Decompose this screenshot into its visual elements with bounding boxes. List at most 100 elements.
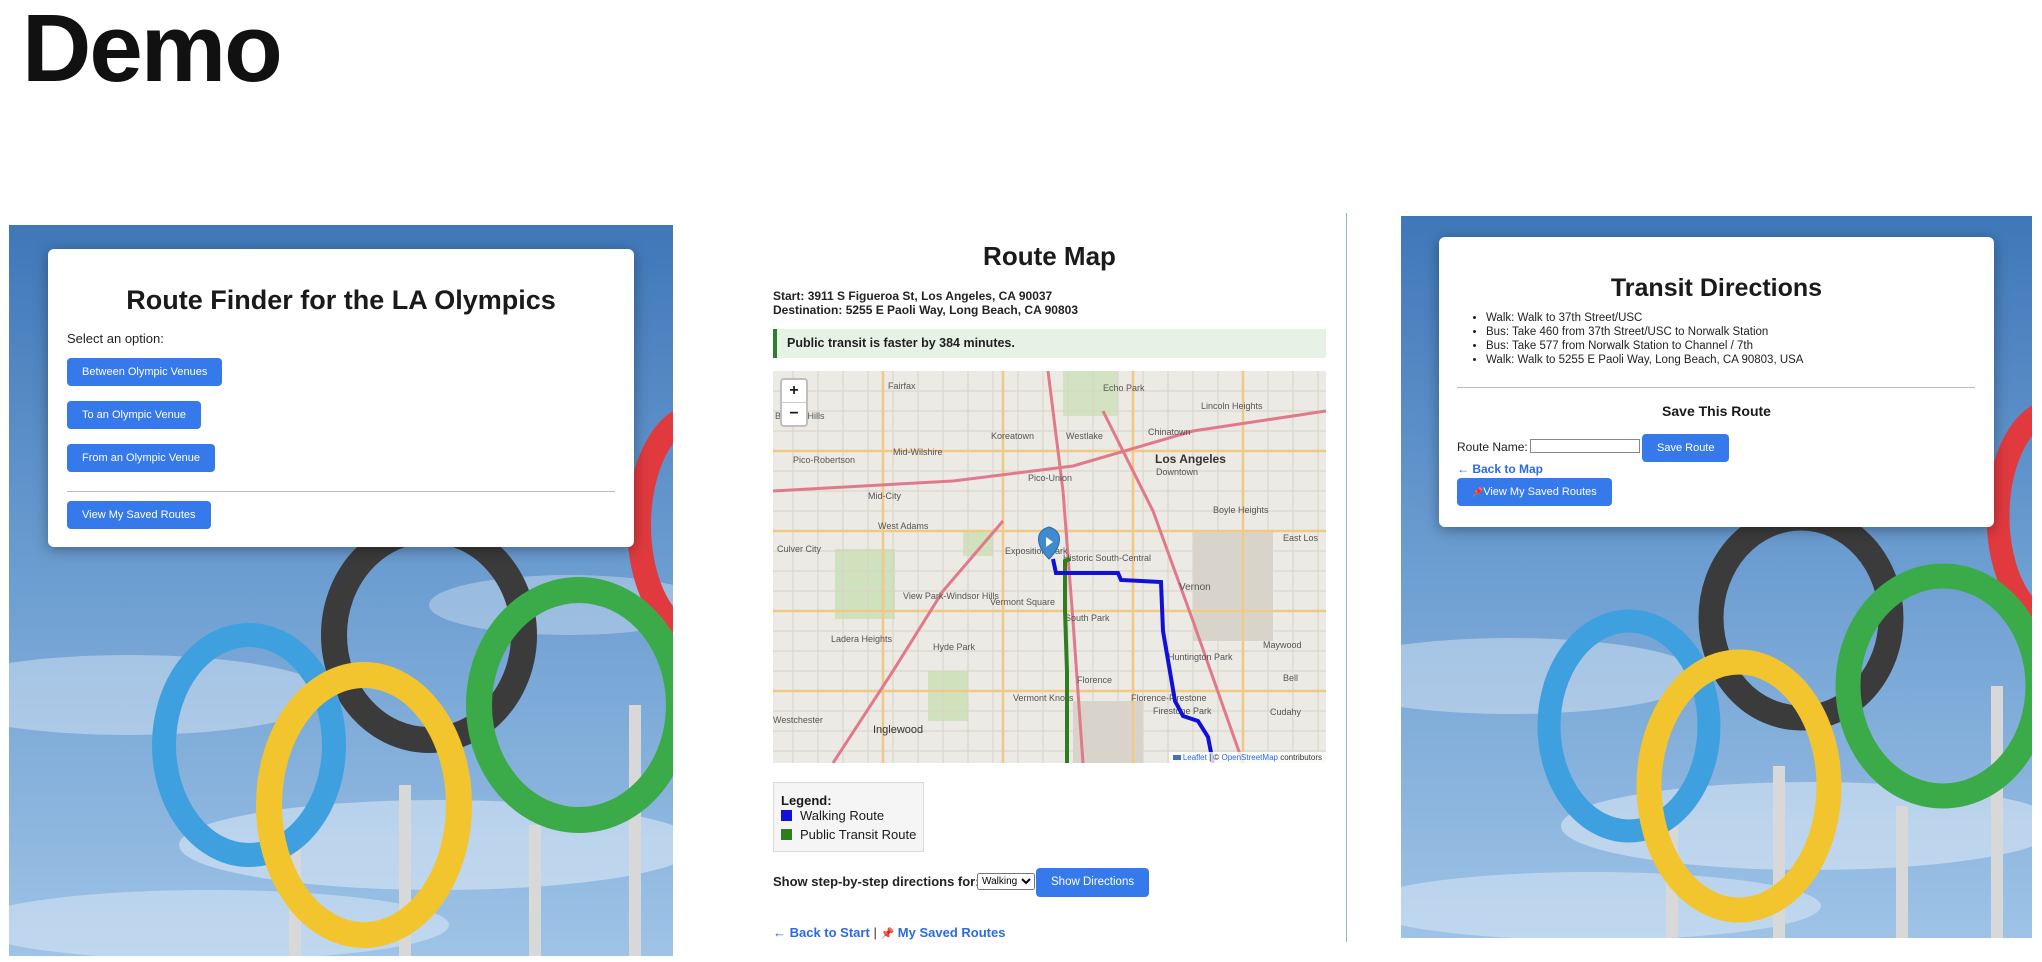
attribution-tail: contributors: [1277, 753, 1322, 762]
transit-step: Bus: Take 577 from Norwalk Station to Ch…: [1486, 339, 1803, 353]
pin-icon: 📌: [880, 928, 895, 940]
place-label: Boyle Heights: [1213, 505, 1269, 515]
place-label: South Park: [1065, 613, 1110, 623]
section-divider: [1346, 213, 1347, 942]
place-label: Westlake: [1066, 431, 1103, 441]
transit-step: Walk: Walk to 5255 E Paoli Way, Long Bea…: [1486, 353, 1803, 367]
place-label: East Los: [1283, 533, 1319, 543]
attribution-separator: | ©: [1206, 753, 1222, 762]
destination-value: 5255 E Paoli Way, Long Beach, CA 90803: [845, 303, 1078, 317]
walking-swatch: [781, 810, 792, 821]
transit-step: Bus: Take 460 from 37th Street/USC to No…: [1486, 325, 1803, 339]
legend-label: Public Transit Route: [800, 827, 917, 842]
start-value: 3911 S Figueroa St, Los Angeles, CA 9003…: [807, 289, 1053, 303]
legend-label: Walking Route: [800, 808, 885, 823]
legend-title: Legend:: [781, 793, 832, 808]
faster-notice: Public transit is faster by 384 minutes.: [773, 329, 1326, 358]
divider: [1457, 387, 1975, 388]
pin-icon: 📌: [1472, 487, 1484, 497]
place-label: Cudahy: [1270, 707, 1302, 717]
place-label: Fairfax: [888, 381, 916, 391]
start-address: Start: 3911 S Figueroa St, Los Angeles, …: [773, 289, 1052, 303]
save-route-heading: Save This Route: [1662, 403, 1771, 419]
divider: [67, 491, 615, 492]
destination-address: Destination: 5255 E Paoli Way, Long Beac…: [773, 303, 1078, 317]
route-map[interactable]: Fairfax Echo Park Beverly Hills Koreatow…: [773, 371, 1326, 763]
route-name-label: Route Name:: [1457, 440, 1528, 454]
place-label: Los Angeles: [1155, 452, 1226, 466]
from-venue-button[interactable]: From an Olympic Venue: [67, 444, 215, 472]
place-label: Downtown: [1156, 467, 1198, 477]
leaflet-flag-icon: [1172, 755, 1181, 760]
place-label: West Adams: [878, 521, 929, 531]
place-label: View Park-Windsor Hills: [903, 591, 999, 601]
place-label: Vermont Square: [990, 597, 1055, 607]
place-label: Florence-Firestone: [1131, 693, 1207, 703]
nav-separator: |: [873, 925, 877, 940]
park-area: [928, 671, 968, 721]
show-directions-button[interactable]: Show Directions: [1036, 868, 1150, 897]
travel-mode-select[interactable]: Walking: [977, 873, 1035, 890]
place-label: Pico-Union: [1028, 473, 1072, 483]
back-to-map-link[interactable]: ← Back to Map: [1457, 462, 1543, 476]
place-label: Koreatown: [991, 431, 1034, 441]
route-finder-title: Route Finder for the LA Olympics: [126, 285, 556, 315]
route-map-section: Route Map Start: 3911 S Figueroa St, Los…: [773, 225, 1326, 945]
route-finder-panel: Route Finder for the LA Olympics Select …: [9, 225, 673, 956]
place-label: Mid-Wilshire: [893, 447, 943, 457]
zoom-control: + −: [780, 378, 808, 427]
place-label: Historic South-Central: [1063, 553, 1151, 563]
place-label: Chinatown: [1148, 427, 1191, 437]
transit-directions-panel: Transit Directions Walk: Walk to 37th St…: [1401, 216, 2032, 938]
park-area: [1063, 371, 1118, 416]
place-label: Echo Park: [1103, 383, 1145, 393]
start-label: Start:: [773, 289, 805, 303]
place-label: Ladera Heights: [831, 634, 893, 644]
place-label: Vermont Knolls: [1013, 693, 1074, 703]
route-name-input[interactable]: [1530, 439, 1640, 453]
zoom-in-button[interactable]: +: [782, 380, 806, 403]
place-label: Mid-City: [868, 491, 901, 501]
view-saved-routes-button[interactable]: View My Saved Routes: [67, 501, 211, 529]
select-option-label: Select an option:: [67, 331, 164, 346]
between-venues-button[interactable]: Between Olympic Venues: [67, 358, 223, 386]
back-to-start-link[interactable]: ← Back to Start: [773, 925, 870, 940]
place-label: Pico-Robertson: [793, 455, 855, 465]
legend-item-transit: Public Transit Route: [781, 827, 916, 842]
to-venue-button[interactable]: To an Olympic Venue: [67, 401, 201, 429]
transit-directions-card: Transit Directions Walk: Walk to 37th St…: [1439, 237, 1994, 527]
place-label: Bell: [1283, 673, 1298, 683]
place-label: Lincoln Heights: [1201, 401, 1263, 411]
transit-swatch: [781, 829, 792, 840]
place-label: Inglewood: [873, 724, 923, 736]
page-title: Demo: [22, 0, 283, 102]
my-saved-routes-link[interactable]: My Saved Routes: [898, 925, 1006, 940]
route-map-title: Route Map: [983, 241, 1116, 271]
park-area: [835, 549, 895, 619]
transit-directions-title: Transit Directions: [1610, 274, 1823, 302]
place-label: Hyde Park: [933, 642, 976, 652]
openstreetmap-link[interactable]: OpenStreetMap: [1221, 753, 1277, 762]
legend-item-walking: Walking Route: [781, 808, 884, 823]
view-saved-routes-label: View My Saved Routes: [1483, 486, 1597, 498]
map-legend: Legend: Walking Route Public Transit Rou…: [773, 782, 924, 852]
place-label: Florence: [1077, 675, 1112, 685]
destination-label: Destination:: [773, 303, 843, 317]
map-tiles[interactable]: Fairfax Echo Park Beverly Hills Koreatow…: [773, 371, 1326, 763]
place-label: Exposition Park: [1005, 546, 1068, 556]
save-route-button[interactable]: Save Route: [1642, 434, 1730, 462]
transit-step: Walk: Walk to 37th Street/USC: [1486, 311, 1803, 325]
place-label: Huntington Park: [1168, 652, 1233, 662]
place-label: Culver City: [777, 544, 822, 554]
bottom-nav: ← Back to Start | 📌 My Saved Routes: [773, 925, 1005, 940]
directions-label: Show step-by-step directions for:: [773, 874, 980, 889]
view-saved-routes-button[interactable]: 📌View My Saved Routes: [1457, 478, 1612, 506]
map-attribution: Leaflet | © OpenStreetMap contributors: [1168, 752, 1326, 763]
transit-steps-list: Walk: Walk to 37th Street/USC Bus: Take …: [1458, 311, 1803, 367]
place-label: Westchester: [773, 715, 823, 725]
route-finder-card: Route Finder for the LA Olympics Select …: [48, 249, 634, 547]
zoom-out-button[interactable]: −: [782, 403, 806, 425]
place-label: Vernon: [1179, 582, 1211, 593]
place-label: Maywood: [1263, 640, 1302, 650]
leaflet-link[interactable]: Leaflet: [1183, 753, 1207, 762]
